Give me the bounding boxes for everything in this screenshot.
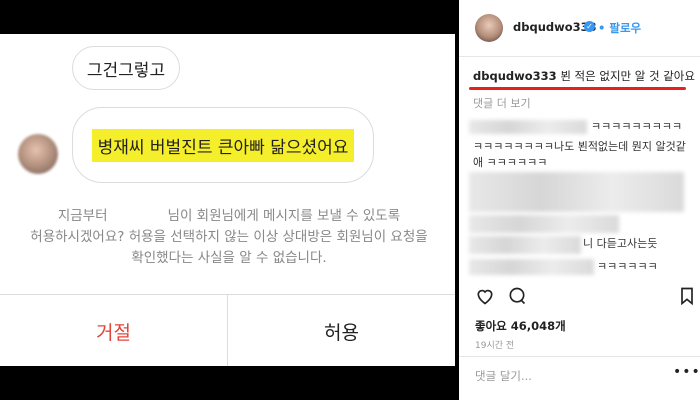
avatar[interactable] [475, 14, 503, 42]
verified-badge-icon: ✓ [584, 21, 595, 32]
comment-text: 니 다듣고사는듯 [583, 237, 658, 250]
comment-icon[interactable] [507, 286, 527, 306]
post-time: 19시간 전 [475, 341, 515, 351]
blurred-comment [469, 172, 684, 212]
blurred-username [469, 236, 581, 254]
notice-line2: 허용하시겠어요? 허용을 선택하지 않는 이상 상대방은 회원님이 요청을 [30, 229, 428, 245]
message-bubble: 그건그렇고 [72, 46, 180, 90]
post-panel: dbqudwo333 ✓ • 팔로우 dbqudwo333 뵌 적은 없지만 알… [459, 0, 700, 400]
post-actions [475, 286, 695, 308]
comment-line: 애 ㅋㅋㅋㅋㅋㅋ [473, 156, 548, 169]
comment-text: ㅋㅋㅋㅋㅋㅋ [597, 260, 658, 273]
caption-username[interactable]: dbqudwo333 [473, 69, 557, 83]
request-actions: 거절 허용 [0, 294, 455, 366]
caption-text: 뵌 적은 없지만 알 것 같아요 [560, 69, 695, 83]
comment-input[interactable] [475, 366, 655, 386]
caption: dbqudwo333 뵌 적은 없지만 알 것 같아요 [473, 68, 695, 84]
notice-line3: 확인했다는 사실을 알 수 없습니다. [131, 250, 327, 266]
ellipsis-icon[interactable]: ••• [673, 364, 700, 380]
blurred-username [469, 259, 594, 275]
red-underline [469, 87, 686, 90]
dm-request-panel: 그건그렇고 병재씨 버벌진트 큰아빠 닮으셨어요 지금부터 님이 회원님에게 메시… [0, 34, 455, 366]
notice-line1-post: 님이 회원님에게 메시지를 보낼 수 있도록 [167, 208, 401, 224]
follow-label: 팔로우 [609, 21, 642, 35]
reject-button[interactable]: 거절 [0, 295, 228, 366]
message-text-highlighted: 병재씨 버벌진트 큰아빠 닮으셨어요 [91, 128, 355, 162]
notice-line1-pre: 지금부터 [57, 208, 108, 224]
message-text: 그건그렇고 [86, 60, 166, 81]
more-comments-link[interactable]: 댓글 더 보기 [473, 95, 531, 111]
post-header: dbqudwo333 ✓ • 팔로우 [459, 0, 700, 57]
permission-notice: 지금부터 님이 회원님에게 메시지를 보낼 수 있도록 허용하시겠어요? 허용을 … [14, 206, 444, 269]
hidden-name [107, 208, 168, 220]
comment-text: ㅋㅋㅋㅋㅋㅋㅋㅋ나도 뵌적없는데 뭔지 알것같 애 ㅋㅋㅋㅋㅋㅋ [473, 139, 693, 171]
comment-text: ㅋㅋㅋㅋㅋㅋㅋㅋㅋ [591, 120, 683, 133]
bookmark-icon[interactable] [677, 286, 697, 306]
comment-line: ㅋㅋㅋㅋㅋㅋㅋㅋ나도 뵌적없는데 뭔지 알것같 [473, 140, 686, 153]
message-bubble-highlighted: 병재씨 버벌진트 큰아빠 닮으셨어요 [72, 107, 374, 183]
sender-avatar [18, 134, 58, 174]
like-count[interactable]: 좋아요 46,048개 [475, 318, 566, 334]
blurred-username [469, 120, 587, 134]
divider [459, 356, 700, 357]
blurred-comment [469, 215, 619, 233]
heart-icon[interactable] [475, 286, 495, 306]
follow-button[interactable]: • 팔로우 [598, 20, 641, 36]
allow-button[interactable]: 허용 [228, 295, 455, 366]
